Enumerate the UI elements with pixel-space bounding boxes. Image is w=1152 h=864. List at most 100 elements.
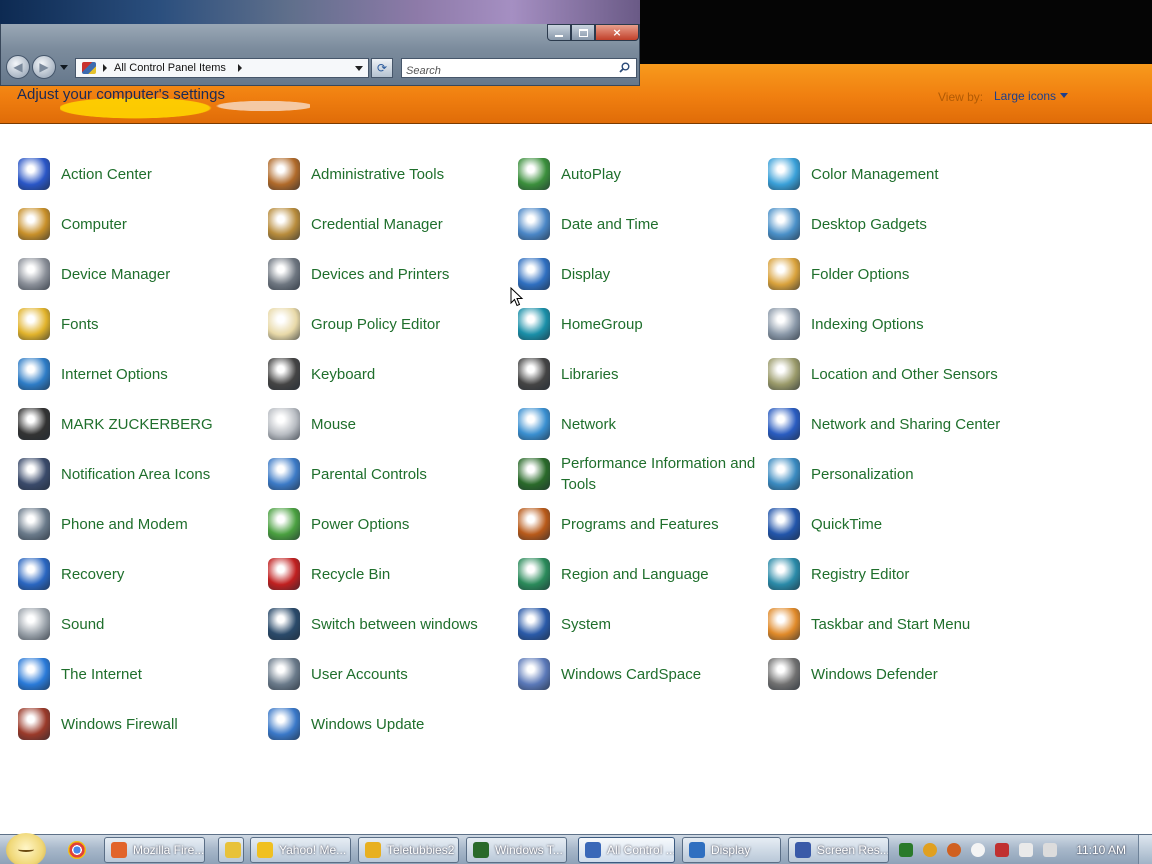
action-center-flag-icon[interactable] bbox=[995, 843, 1009, 857]
cp-item-performance-information-and-tools[interactable]: Performance Information and Tools bbox=[518, 451, 758, 497]
taskbar-button-screen-res[interactable]: Screen Res... bbox=[788, 837, 889, 863]
credential-manager-icon bbox=[268, 208, 300, 240]
address-history-dropdown-icon[interactable] bbox=[355, 66, 363, 71]
breadcrumb-separator-icon[interactable] bbox=[237, 64, 242, 72]
cp-item-windows-firewall[interactable]: Windows Firewall bbox=[18, 701, 258, 747]
performance-information-and-tools-icon bbox=[518, 458, 550, 490]
network-icon[interactable] bbox=[1019, 843, 1033, 857]
cp-item-action-center[interactable]: Action Center bbox=[18, 151, 258, 197]
cp-item-the-internet[interactable]: The Internet bbox=[18, 651, 258, 697]
view-by-dropdown[interactable]: Large icons bbox=[994, 89, 1069, 103]
taskbar-button-label: Mozilla Fire... bbox=[133, 843, 205, 857]
cp-item-network[interactable]: Network bbox=[518, 401, 758, 447]
recent-pages-dropdown-icon[interactable] bbox=[60, 64, 68, 70]
cp-item-autoplay[interactable]: AutoPlay bbox=[518, 151, 758, 197]
cp-item-switch-between-windows[interactable]: Switch between windows bbox=[268, 601, 508, 647]
taskbar-button-display[interactable]: Display bbox=[682, 837, 781, 863]
cp-item-date-and-time[interactable]: Date and Time bbox=[518, 201, 758, 247]
tray-search-icon[interactable] bbox=[947, 843, 961, 857]
cp-item-location-and-other-sensors[interactable]: Location and Other Sensors bbox=[768, 351, 1008, 397]
taskbar-button-windows-t[interactable]: Windows T... bbox=[466, 837, 567, 863]
cp-item-parental-controls[interactable]: Parental Controls bbox=[268, 451, 508, 497]
cp-item-windows-cardspace[interactable]: Windows CardSpace bbox=[518, 651, 758, 697]
start-button[interactable] bbox=[6, 833, 46, 864]
search-icon[interactable] bbox=[619, 62, 630, 73]
cp-item-label: Internet Options bbox=[61, 365, 168, 383]
cp-item-keyboard[interactable]: Keyboard bbox=[268, 351, 508, 397]
cp-item-devices-and-printers[interactable]: Devices and Printers bbox=[268, 251, 508, 297]
cp-item-windows-defender[interactable]: Windows Defender bbox=[768, 651, 1008, 697]
cp-item-registry-editor[interactable]: Registry Editor bbox=[768, 551, 1008, 597]
mouse-cursor-icon bbox=[510, 287, 524, 307]
cp-item-libraries[interactable]: Libraries bbox=[518, 351, 758, 397]
cp-item-label: Group Policy Editor bbox=[311, 315, 441, 333]
cp-item-indexing-options[interactable]: Indexing Options bbox=[768, 301, 1008, 347]
breadcrumb-all-control-panel-items[interactable]: All Control Panel Items bbox=[114, 62, 226, 74]
maximize-button[interactable] bbox=[571, 24, 595, 41]
cp-item-credential-manager[interactable]: Credential Manager bbox=[268, 201, 508, 247]
cp-item-sound[interactable]: Sound bbox=[18, 601, 258, 647]
taskbar-clock[interactable]: 11:10 AM bbox=[1076, 843, 1126, 857]
chrome-icon[interactable] bbox=[68, 841, 86, 859]
taskbar-button-all-control[interactable]: All Control ... bbox=[578, 837, 675, 863]
taskbar-button-yahoo-me[interactable]: Yahoo! Me... bbox=[250, 837, 351, 863]
back-button[interactable]: ◀ bbox=[6, 55, 30, 79]
show-desktop-button[interactable] bbox=[1138, 835, 1152, 864]
windows-cardspace-icon bbox=[518, 658, 550, 690]
taskbar-button-mozilla-fire[interactable]: Mozilla Fire... bbox=[104, 837, 205, 863]
refresh-button[interactable]: ⟳ bbox=[371, 58, 393, 78]
cp-item-programs-and-features[interactable]: Programs and Features bbox=[518, 501, 758, 547]
cp-item-homegroup[interactable]: HomeGroup bbox=[518, 301, 758, 347]
cp-item-desktop-gadgets[interactable]: Desktop Gadgets bbox=[768, 201, 1008, 247]
cp-item-windows-update[interactable]: Windows Update bbox=[268, 701, 508, 747]
cp-item-personalization[interactable]: Personalization bbox=[768, 451, 1008, 497]
cp-item-color-management[interactable]: Color Management bbox=[768, 151, 1008, 197]
cp-item-power-options[interactable]: Power Options bbox=[268, 501, 508, 547]
volume-icon[interactable] bbox=[1043, 843, 1057, 857]
cp-item-group-policy-editor[interactable]: Group Policy Editor bbox=[268, 301, 508, 347]
cp-item-taskbar-and-start-menu[interactable]: Taskbar and Start Menu bbox=[768, 601, 1008, 647]
cp-item-label: Personalization bbox=[811, 465, 914, 483]
minimize-icon bbox=[555, 34, 563, 37]
address-bar[interactable]: All Control Panel Items bbox=[75, 58, 369, 78]
cp-item-administrative-tools[interactable]: Administrative Tools bbox=[268, 151, 508, 197]
taskbar: Mozilla Fire... Yahoo! Me... Teletubbies2 W… bbox=[0, 833, 1152, 864]
tray-app-icon[interactable] bbox=[899, 843, 913, 857]
cp-item-mark-zuckerberg[interactable]: MARK ZUCKERBERG bbox=[18, 401, 258, 447]
screen-resolution-icon bbox=[795, 842, 811, 858]
cp-item-notification-area-icons[interactable]: Notification Area Icons bbox=[18, 451, 258, 497]
device-manager-icon bbox=[18, 258, 50, 290]
cp-item-recycle-bin[interactable]: Recycle Bin bbox=[268, 551, 508, 597]
cp-item-display[interactable]: Display bbox=[518, 251, 758, 297]
folder-options-icon bbox=[768, 258, 800, 290]
minimize-button[interactable] bbox=[547, 24, 571, 41]
cp-item-system[interactable]: System bbox=[518, 601, 758, 647]
cp-item-fonts[interactable]: Fonts bbox=[18, 301, 258, 347]
cp-item-internet-options[interactable]: Internet Options bbox=[18, 351, 258, 397]
search-box[interactable] bbox=[401, 58, 637, 80]
cp-item-device-manager[interactable]: Device Manager bbox=[18, 251, 258, 297]
forward-arrow-icon: ▶ bbox=[39, 60, 49, 74]
smiley-face-icon bbox=[18, 847, 34, 852]
cp-item-quicktime[interactable]: QuickTime bbox=[768, 501, 1008, 547]
cp-item-label: Location and Other Sensors bbox=[811, 365, 998, 383]
libraries-icon bbox=[518, 358, 550, 390]
tray-norton-icon[interactable] bbox=[923, 843, 937, 857]
cp-item-network-and-sharing-center[interactable]: Network and Sharing Center bbox=[768, 401, 1008, 447]
cp-item-phone-and-modem[interactable]: Phone and Modem bbox=[18, 501, 258, 547]
search-input[interactable] bbox=[402, 62, 612, 80]
taskbar-button-teletubbies2[interactable]: Teletubbies2 bbox=[358, 837, 459, 863]
cp-item-computer[interactable]: Computer bbox=[18, 201, 258, 247]
cp-item-mouse[interactable]: Mouse bbox=[268, 401, 508, 447]
taskbar-button-folder[interactable] bbox=[218, 837, 244, 863]
system-icon bbox=[518, 608, 550, 640]
cp-item-user-accounts[interactable]: User Accounts bbox=[268, 651, 508, 697]
breadcrumb-separator-icon[interactable] bbox=[103, 64, 107, 72]
cp-item-folder-options[interactable]: Folder Options bbox=[768, 251, 1008, 297]
close-button[interactable]: × bbox=[595, 24, 639, 41]
cp-item-recovery[interactable]: Recovery bbox=[18, 551, 258, 597]
tray-messenger-icon[interactable] bbox=[971, 843, 985, 857]
cp-item-label: Network and Sharing Center bbox=[811, 415, 1001, 433]
forward-button[interactable]: ▶ bbox=[32, 55, 56, 79]
cp-item-region-and-language[interactable]: Region and Language bbox=[518, 551, 758, 597]
